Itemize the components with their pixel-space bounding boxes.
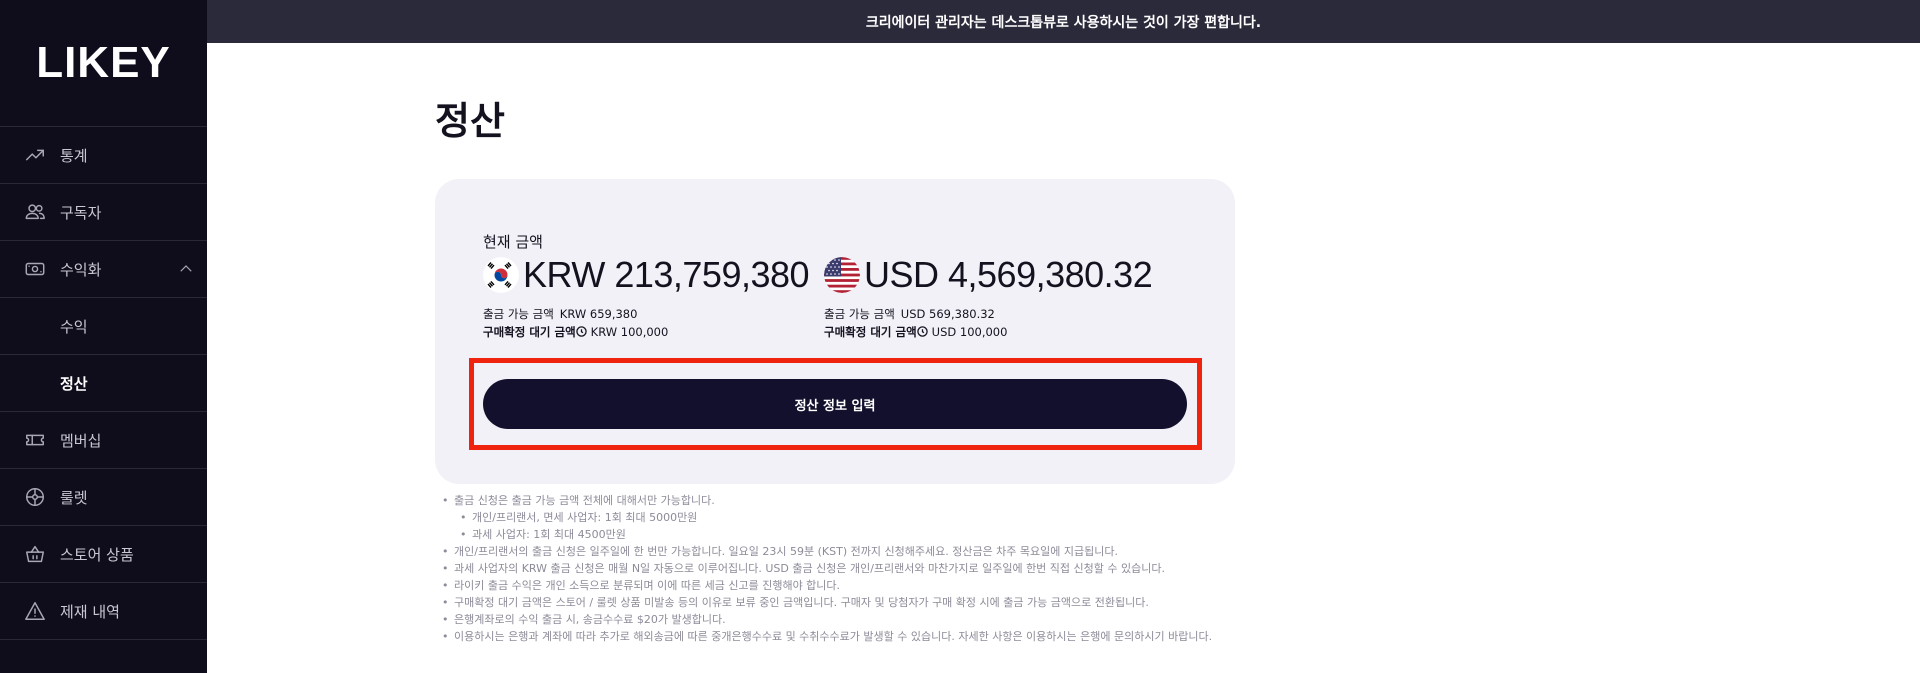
roulette-icon bbox=[24, 486, 46, 508]
pending-label: 구매확정 대기 금액 bbox=[483, 325, 576, 339]
note-item: 라이키 출금 수익은 개인 소득으로 분류되며 이에 따른 세금 신고를 진행해… bbox=[440, 577, 1212, 594]
sidebar-item-label: 스토어 상품 bbox=[60, 545, 134, 564]
trending-up-icon bbox=[24, 144, 46, 166]
usd-withdrawable: 출금 가능 금액 USD 569,380.32 bbox=[824, 306, 995, 322]
chevron-up-icon[interactable] bbox=[177, 260, 195, 278]
warning-icon bbox=[24, 600, 46, 622]
note-item: 은행계좌로의 수익 출금 시, 송금수수료 $20가 발생합니다. bbox=[440, 611, 1212, 628]
withdrawable-label: 출금 가능 금액 bbox=[483, 307, 554, 321]
sidebar-item-stats[interactable]: 통계 bbox=[0, 127, 207, 184]
usd-pending: 구매확정 대기 금액 USD 100,000 bbox=[824, 324, 1007, 340]
note-item: 이용하시는 은행과 계좌에 따라 추가로 해외송금에 따른 중개은행수수료 및 … bbox=[440, 628, 1212, 645]
sidebar-item-monetization[interactable]: 수익화 bbox=[0, 241, 207, 298]
sidebar: LIKEY 통계 구독자 수익화 수익 정산 멤버십 룰렛 스토어 상품 제재 … bbox=[0, 0, 207, 673]
note-item: 출금 신청은 출금 가능 금액 전체에 대해서만 가능합니다. bbox=[440, 492, 1212, 509]
sidebar-item-label: 통계 bbox=[60, 146, 88, 165]
sidebar-item-subscribers[interactable]: 구독자 bbox=[0, 184, 207, 241]
basket-icon bbox=[24, 543, 46, 565]
info-icon[interactable] bbox=[916, 326, 928, 337]
krw-balance: KRW 213,759,380 bbox=[483, 254, 810, 296]
pending-label: 구매확정 대기 금액 bbox=[824, 325, 917, 339]
settlement-notes: 출금 신청은 출금 가능 금액 전체에 대해서만 가능합니다. 개인/프리랜서,… bbox=[440, 492, 1212, 645]
ticket-icon bbox=[24, 429, 46, 451]
sidebar-item-label: 수익 bbox=[60, 317, 88, 336]
usd-total-amount: USD 4,569,380.32 bbox=[864, 254, 1153, 295]
note-item: 개인/프리랜서, 면세 사업자: 1회 최대 5000만원 bbox=[440, 509, 1212, 526]
desktop-view-banner: 크리에이터 관리자는 데스크톱뷰로 사용하시는 것이 가장 편합니다. bbox=[207, 0, 1920, 43]
sidebar-item-revenue[interactable]: 수익 bbox=[0, 298, 207, 355]
krw-pending: 구매확정 대기 금액 KRW 100,000 bbox=[483, 324, 668, 340]
note-item: 과세 사업자: 1회 최대 4500만원 bbox=[440, 526, 1212, 543]
enter-settlement-info-button[interactable]: 정산 정보 입력 bbox=[483, 379, 1187, 429]
krw-withdrawable: 출금 가능 금액 KRW 659,380 bbox=[483, 306, 637, 322]
users-icon bbox=[24, 201, 46, 223]
withdrawable-value: USD 569,380.32 bbox=[900, 307, 995, 321]
krw-total-amount: KRW 213,759,380 bbox=[523, 254, 810, 295]
usd-balance: USD 4,569,380.32 bbox=[824, 254, 1153, 296]
note-item: 구매확정 대기 금액은 스토어 / 룰렛 상품 미발송 등의 이유로 보류 중인… bbox=[440, 594, 1212, 611]
pending-value: KRW 100,000 bbox=[590, 325, 669, 339]
sidebar-item-settlement[interactable]: 정산 bbox=[0, 355, 207, 412]
sidebar-item-label: 멤버십 bbox=[60, 431, 102, 450]
sidebar-item-label: 정산 bbox=[60, 374, 88, 393]
logo[interactable]: LIKEY bbox=[0, 0, 207, 127]
withdrawable-label: 출금 가능 금액 bbox=[824, 307, 895, 321]
sidebar-item-sanctions[interactable]: 제재 내역 bbox=[0, 583, 207, 640]
note-item: 개인/프리랜서의 출금 신청은 일주일에 한 번만 가능합니다. 일요일 23시… bbox=[440, 543, 1212, 560]
info-icon[interactable] bbox=[575, 326, 587, 337]
sidebar-item-membership[interactable]: 멤버십 bbox=[0, 412, 207, 469]
money-icon bbox=[24, 258, 46, 280]
sidebar-item-label: 구독자 bbox=[60, 203, 102, 222]
withdrawable-value: KRW 659,380 bbox=[559, 307, 638, 321]
balance-card: 현재 금액 KRW 213,759,380 USD 4,569,380.32 출… bbox=[435, 179, 1235, 484]
sidebar-item-label: 제재 내역 bbox=[60, 602, 120, 621]
usa-flag-icon bbox=[824, 257, 860, 293]
pending-value: USD 100,000 bbox=[931, 325, 1008, 339]
current-balance-label: 현재 금액 bbox=[483, 233, 543, 251]
sidebar-item-store-products[interactable]: 스토어 상품 bbox=[0, 526, 207, 583]
sidebar-item-roulette[interactable]: 룰렛 bbox=[0, 469, 207, 526]
sidebar-item-label: 룰렛 bbox=[60, 488, 88, 507]
note-item: 과세 사업자의 KRW 출금 신청은 매월 N일 자동으로 이루어집니다. US… bbox=[440, 560, 1212, 577]
page-title: 정산 bbox=[435, 99, 505, 143]
korea-flag-icon bbox=[483, 257, 519, 293]
sidebar-item-label: 수익화 bbox=[60, 260, 102, 279]
